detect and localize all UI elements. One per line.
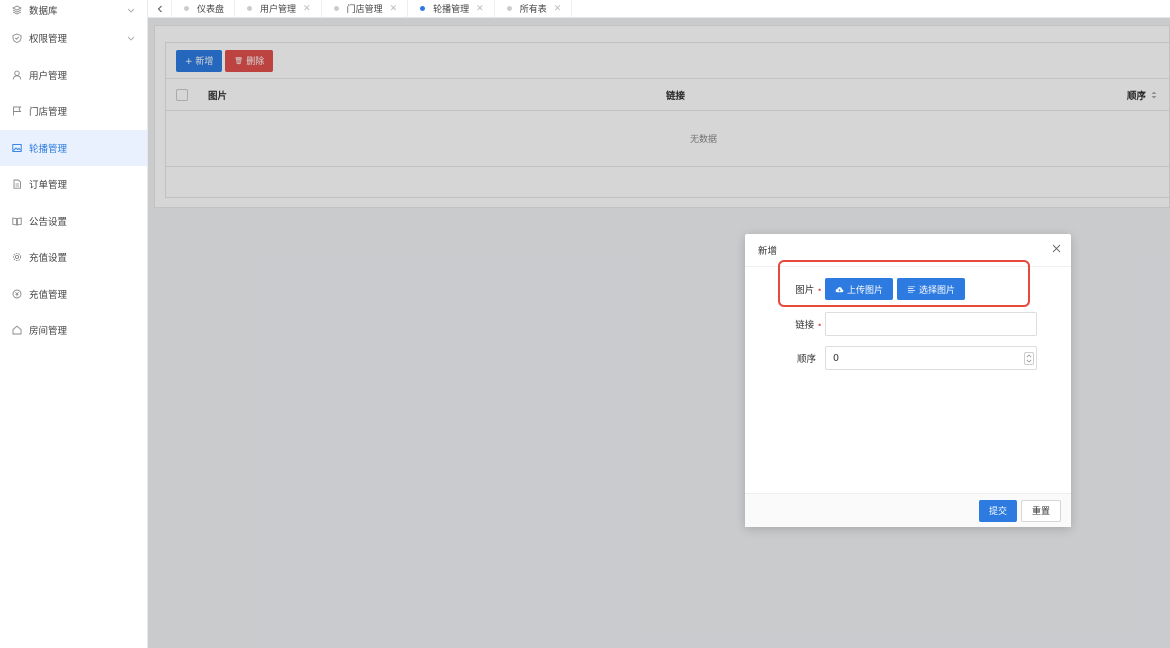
tab-carousel[interactable]: 轮播管理 ✕	[408, 0, 495, 18]
close-icon[interactable]: ✕	[390, 4, 398, 14]
sidebar-item-recharge-settings[interactable]: 充值设置	[0, 239, 147, 276]
sidebar-item-carousel[interactable]: 轮播管理	[0, 129, 147, 166]
stepper-icon[interactable]	[1024, 352, 1034, 365]
chevron-left-icon[interactable]	[148, 0, 172, 18]
tab-dot-icon	[506, 6, 512, 11]
sidebar-item-label: 充值设置	[29, 253, 68, 265]
link-input[interactable]	[825, 312, 1037, 336]
coin-icon	[10, 289, 24, 299]
link-field-label: 链接 •	[745, 317, 825, 331]
submit-button[interactable]: 提交	[978, 499, 1017, 522]
close-icon[interactable]: ✕	[554, 4, 562, 14]
sidebar-item-label: 公告设置	[29, 216, 68, 228]
sidebar-item-stores[interactable]: 门店管理	[0, 93, 147, 130]
sidebar-item-database[interactable]: 数据库	[0, 0, 147, 20]
sidebar-item-notice[interactable]: 公告设置	[0, 203, 147, 240]
required-mark: •	[817, 321, 822, 330]
chevron-down-icon	[127, 6, 135, 14]
sidebar-item-label: 门店管理	[29, 107, 68, 119]
sidebar-item-recharge-manage[interactable]: 充值管理	[0, 276, 147, 313]
sidebar-item-orders[interactable]: 订单管理	[0, 166, 147, 203]
tab-label: 门店管理	[346, 5, 383, 15]
form-row-order: 顺序 0	[745, 346, 1037, 370]
sidebar-item-rooms[interactable]: 房间管理	[0, 312, 147, 349]
sidebar-item-label: 充值管理	[29, 289, 68, 301]
link-label-text: 链接	[795, 320, 815, 331]
flag-icon	[10, 106, 24, 116]
form-row-link: 链接 •	[745, 312, 1037, 336]
book-icon	[10, 216, 24, 226]
sidebar-item-label: 房间管理	[29, 326, 68, 338]
order-input[interactable]: 0	[825, 346, 1037, 370]
highlight-annotation	[778, 260, 1030, 307]
close-icon[interactable]: ✕	[476, 4, 484, 14]
reset-button[interactable]: 重置	[1020, 499, 1061, 522]
tab-label: 用户管理	[260, 5, 297, 15]
document-icon	[10, 179, 24, 189]
tab-label: 轮播管理	[433, 5, 470, 15]
sidebar: 数据库 权限管理 用户管理 门店管理 轮播管理 订单管理 公告设置 充值设置 充…	[0, 0, 148, 648]
database-icon	[10, 5, 24, 15]
tab-all-tables[interactable]: 所有表 ✕	[495, 0, 573, 18]
order-field-label: 顺序	[745, 351, 825, 365]
tab-dot-icon	[247, 6, 253, 11]
sidebar-item-users[interactable]: 用户管理	[0, 57, 147, 94]
modal-footer: 提交 重置	[745, 493, 1071, 527]
tab-dot-icon	[420, 6, 426, 11]
tab-dot-icon	[333, 6, 339, 11]
sidebar-item-label: 用户管理	[29, 70, 68, 82]
image-icon	[10, 143, 24, 153]
shield-icon	[10, 33, 24, 44]
sidebar-item-label: 订单管理	[29, 180, 68, 192]
tab-dot-icon	[184, 6, 189, 11]
modal-title: 新增	[758, 246, 778, 257]
user-icon	[10, 70, 24, 80]
order-value: 0	[833, 352, 840, 364]
gear-icon	[10, 252, 24, 262]
sidebar-item-label: 数据库	[29, 6, 58, 17]
tab-users[interactable]: 用户管理 ✕	[235, 0, 322, 18]
home-icon	[10, 325, 24, 335]
sidebar-item-label: 轮播管理	[29, 143, 68, 155]
tab-label: 仪表盘	[197, 5, 225, 15]
close-icon[interactable]	[1052, 244, 1061, 253]
sidebar-item-permission[interactable]: 权限管理	[0, 20, 147, 57]
chevron-down-icon	[127, 34, 135, 42]
order-label-text: 顺序	[796, 354, 816, 365]
tab-bar: 仪表盘 用户管理 ✕ 门店管理 ✕ 轮播管理 ✕ 所有表 ✕	[148, 0, 1170, 18]
tab-dashboard[interactable]: 仪表盘	[172, 0, 236, 18]
close-icon[interactable]: ✕	[303, 4, 311, 14]
tab-label: 所有表	[519, 5, 547, 15]
sidebar-item-label: 权限管理	[29, 34, 68, 46]
tab-stores[interactable]: 门店管理 ✕	[322, 0, 409, 18]
